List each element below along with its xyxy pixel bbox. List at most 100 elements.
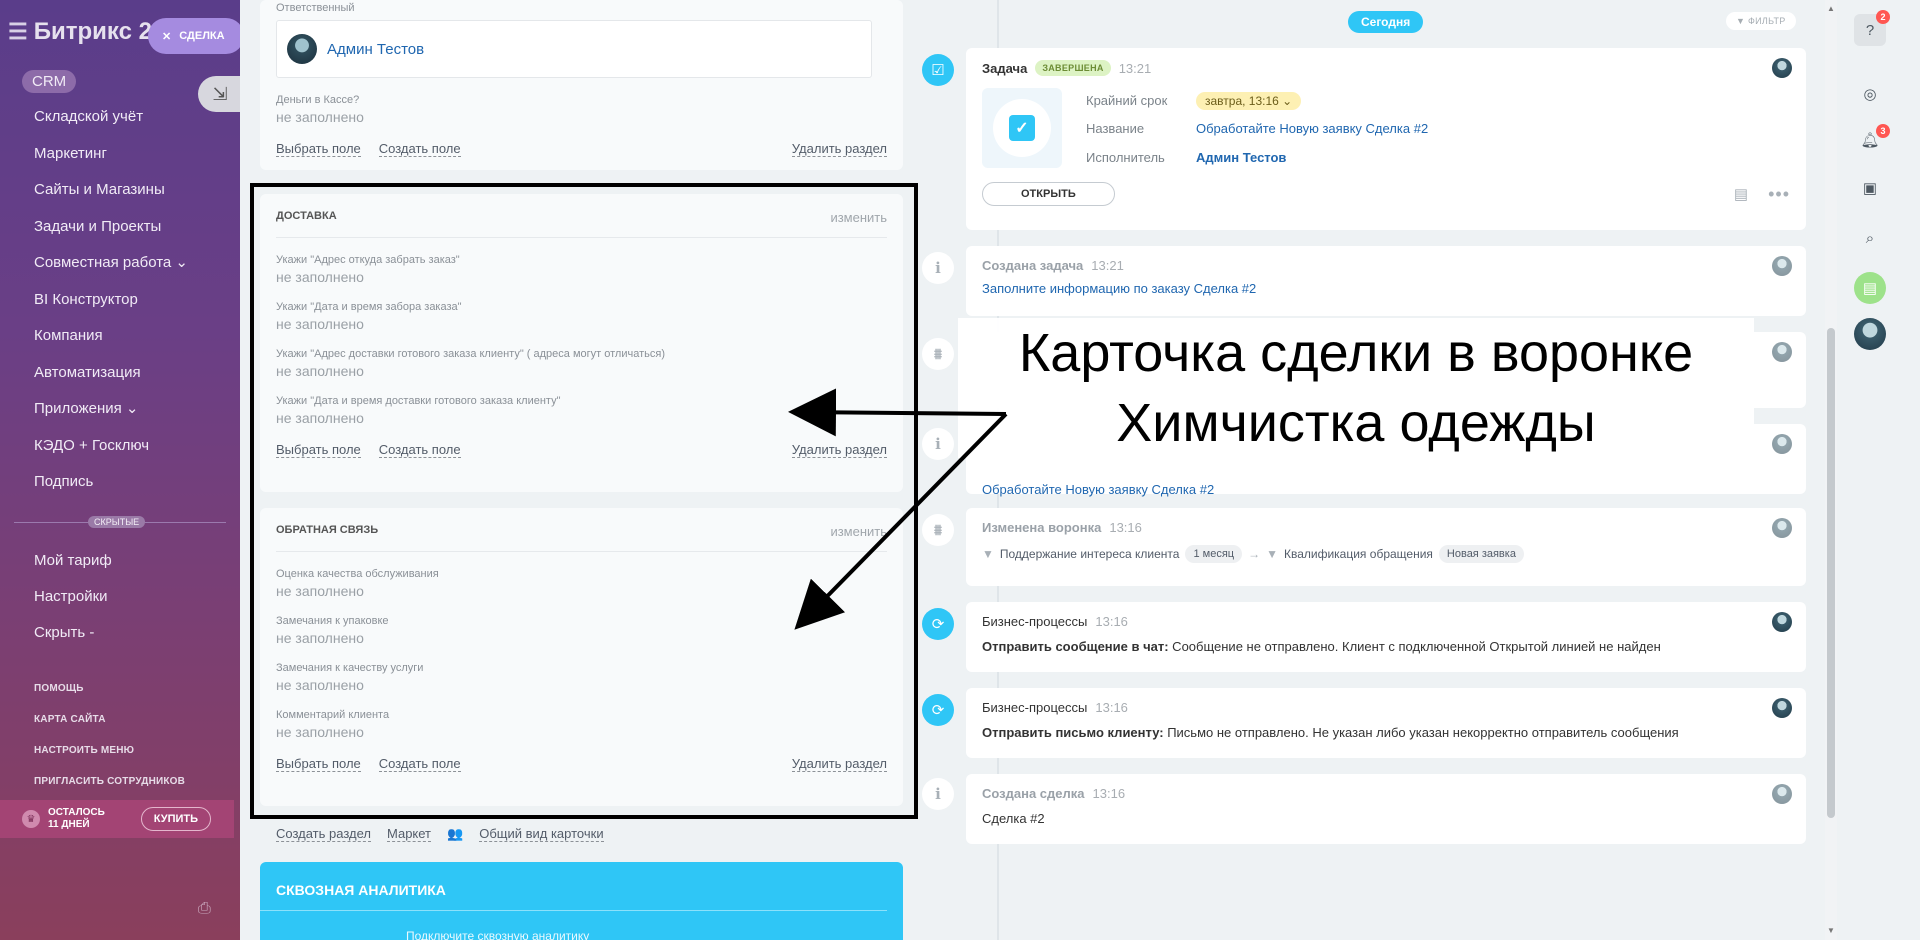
- bp-header: Бизнес-процессы 13:16: [982, 614, 1790, 629]
- nav-item[interactable]: Автоматизация: [34, 362, 188, 399]
- nav-item[interactable]: BI Конструктор: [34, 289, 188, 326]
- nav-item[interactable]: Совместная работа ⌄: [34, 252, 188, 289]
- created-task-time: 13:21: [1091, 258, 1124, 273]
- logo-text: Битрикс 24: [33, 18, 166, 45]
- task-check-icon: ✓: [1009, 115, 1035, 141]
- nav-list-secondary: Мой тариф Настройки Скрыть -: [34, 552, 112, 660]
- info-icon: i: [922, 428, 954, 460]
- task-event-link[interactable]: Обработайте Новую заявку Сделка #2: [982, 482, 1790, 497]
- buy-button[interactable]: КУПИТЬ: [140, 807, 212, 831]
- printer-icon[interactable]: ⎙: [198, 900, 211, 918]
- task-icon: ☑: [922, 54, 954, 86]
- avatar[interactable]: [1772, 518, 1792, 538]
- collapse-arrow-icon[interactable]: ⇲: [198, 76, 242, 112]
- chat-icon[interactable]: ▣: [1854, 172, 1886, 204]
- logo[interactable]: ☰ Битрикс 24: [8, 18, 165, 46]
- hidden-tag[interactable]: СКРЫТЫЕ: [88, 516, 146, 528]
- crown-icon: ♛: [22, 810, 40, 828]
- deal-close-pill[interactable]: ✕ СДЕЛКА: [148, 18, 244, 54]
- nav-item[interactable]: Настройки: [34, 588, 112, 624]
- trial-line1: ОСТАЛОСЬ: [48, 807, 105, 818]
- nav-item[interactable]: КЭДО + Госключ: [34, 435, 188, 472]
- task-title[interactable]: Задача: [982, 61, 1027, 76]
- annotation-line2: Химчистка одежды: [1116, 393, 1596, 453]
- notification-counter: 3: [1876, 124, 1890, 138]
- nav-item[interactable]: Маркетинг: [34, 143, 188, 180]
- task-thumbnail: ✓: [982, 88, 1062, 168]
- search-icon[interactable]: ⌕: [1854, 222, 1886, 254]
- funnel-from: Поддержание интереса клиента: [999, 547, 1180, 561]
- analytics-title: СКВОЗНАЯ АНАЛИТИКА: [260, 862, 887, 911]
- scroll-up-icon[interactable]: ▲: [1827, 4, 1835, 13]
- created-task-card: Создана задача 13:21 Заполните информаци…: [966, 246, 1806, 316]
- avatar[interactable]: [1772, 612, 1792, 632]
- close-icon[interactable]: ✕: [162, 30, 171, 43]
- nav-list: Складской учёт Маркетинг Сайты и Магазин…: [34, 106, 188, 508]
- created-deal-text: Сделка #2: [982, 811, 1045, 826]
- scrollbar[interactable]: ▲ ▼: [1825, 0, 1837, 940]
- section-actions: Выбрать поле Создать поле Удалить раздел: [276, 141, 887, 157]
- deadline-selector[interactable]: завтра, 13:16 ⌄: [1196, 91, 1302, 110]
- created-task-link[interactable]: Заполните информацию по заказу Сделка #2: [982, 281, 1790, 296]
- nav-item[interactable]: Скрыть -: [34, 624, 112, 660]
- bp-card: Бизнес-процессы 13:16 Отправить сообщени…: [966, 602, 1806, 672]
- filter-icon: ▼: [1736, 16, 1749, 26]
- filter-label: ФИЛЬТР: [1748, 16, 1786, 26]
- nav-item[interactable]: Сайты и Магазины: [34, 179, 188, 216]
- market-link[interactable]: Маркет: [386, 826, 432, 842]
- common-view-link[interactable]: Общий вид карточки: [479, 826, 604, 842]
- create-field-link[interactable]: Создать поле: [378, 141, 461, 157]
- task-name-link[interactable]: Обработайте Новую заявку Сделка #2: [1196, 121, 1428, 136]
- funnel-time: 13:16: [1109, 520, 1142, 535]
- scroll-down-icon[interactable]: ▼: [1827, 926, 1835, 935]
- delete-section-link[interactable]: Удалить раздел: [791, 141, 887, 157]
- created-deal-card: Создана сделка 13:16 Сделка #2: [966, 774, 1806, 844]
- bp-result: Сообщение не отправлено. Клиент с подклю…: [1168, 639, 1661, 654]
- configure-menu-link[interactable]: НАСТРОИТЬ МЕНЮ: [34, 745, 185, 776]
- nav-item[interactable]: Мой тариф: [34, 552, 112, 588]
- more-icon[interactable]: •••: [1768, 184, 1790, 205]
- funnel-header: Изменена воронка 13:16: [982, 520, 1790, 535]
- avatar[interactable]: [1772, 784, 1792, 804]
- open-button[interactable]: ОТКРЫТЬ: [982, 182, 1115, 206]
- avatar[interactable]: [1772, 698, 1792, 718]
- responsible-field[interactable]: Админ Тестов: [276, 20, 872, 78]
- create-section-link[interactable]: Создать раздел: [276, 826, 371, 842]
- avatar[interactable]: [1772, 256, 1792, 276]
- executor-link[interactable]: Админ Тестов: [1196, 150, 1428, 165]
- menu-icon[interactable]: ☰: [8, 19, 28, 45]
- crm-menu-item[interactable]: CRM: [22, 70, 77, 93]
- info-icon: i: [922, 252, 954, 284]
- note-icon[interactable]: ▤: [1734, 185, 1748, 203]
- avatar[interactable]: [1772, 58, 1792, 78]
- nav-item[interactable]: Задачи и Проекты: [34, 216, 188, 253]
- stage-chip: 1 месяц: [1185, 545, 1243, 563]
- notes-app-icon[interactable]: ▤: [1854, 272, 1886, 304]
- created-deal-title: Создана сделка: [982, 786, 1085, 801]
- bp-header: Бизнес-процессы 13:16: [982, 700, 1790, 715]
- field-label: Деньги в Кассе?: [276, 94, 360, 106]
- analytics-line[interactable]: Подключите сквозную аналитику: [260, 911, 903, 940]
- bp-action: Отправить сообщение в чат:: [982, 639, 1169, 654]
- nav-item[interactable]: Приложения ⌄: [34, 398, 188, 435]
- created-task-header: Создана задача 13:21: [982, 258, 1790, 273]
- nav-item[interactable]: Подпись: [34, 471, 188, 508]
- responsible-name[interactable]: Админ Тестов: [327, 41, 424, 58]
- main-section-card: Ответственный Админ Тестов Деньги в Касс…: [260, 0, 903, 170]
- activity-icon[interactable]: ◎: [1854, 78, 1886, 110]
- funnel-transition: ▼ Поддержание интереса клиента 1 месяц →…: [982, 545, 1790, 563]
- help-link[interactable]: ПОМОЩЬ: [34, 683, 185, 714]
- avatar[interactable]: [1772, 434, 1792, 454]
- avatar: [287, 34, 317, 64]
- choose-field-link[interactable]: Выбрать поле: [276, 141, 361, 157]
- nav-item[interactable]: Компания: [34, 325, 188, 362]
- sitemap-link[interactable]: КАРТА САЙТА: [34, 714, 185, 745]
- nav-item[interactable]: Складской учёт: [34, 106, 188, 143]
- scrollbar-thumb[interactable]: [1827, 328, 1835, 818]
- avatar[interactable]: [1772, 342, 1792, 362]
- user-avatar[interactable]: [1854, 318, 1886, 350]
- trial-text: ОСТАЛОСЬ 11 ДНЕЙ: [48, 807, 105, 831]
- filter-button[interactable]: ▼ ФИЛЬТР: [1726, 12, 1796, 30]
- field-value[interactable]: не заполнено: [276, 109, 887, 125]
- trial-line2: 11 ДНЕЙ: [48, 819, 90, 830]
